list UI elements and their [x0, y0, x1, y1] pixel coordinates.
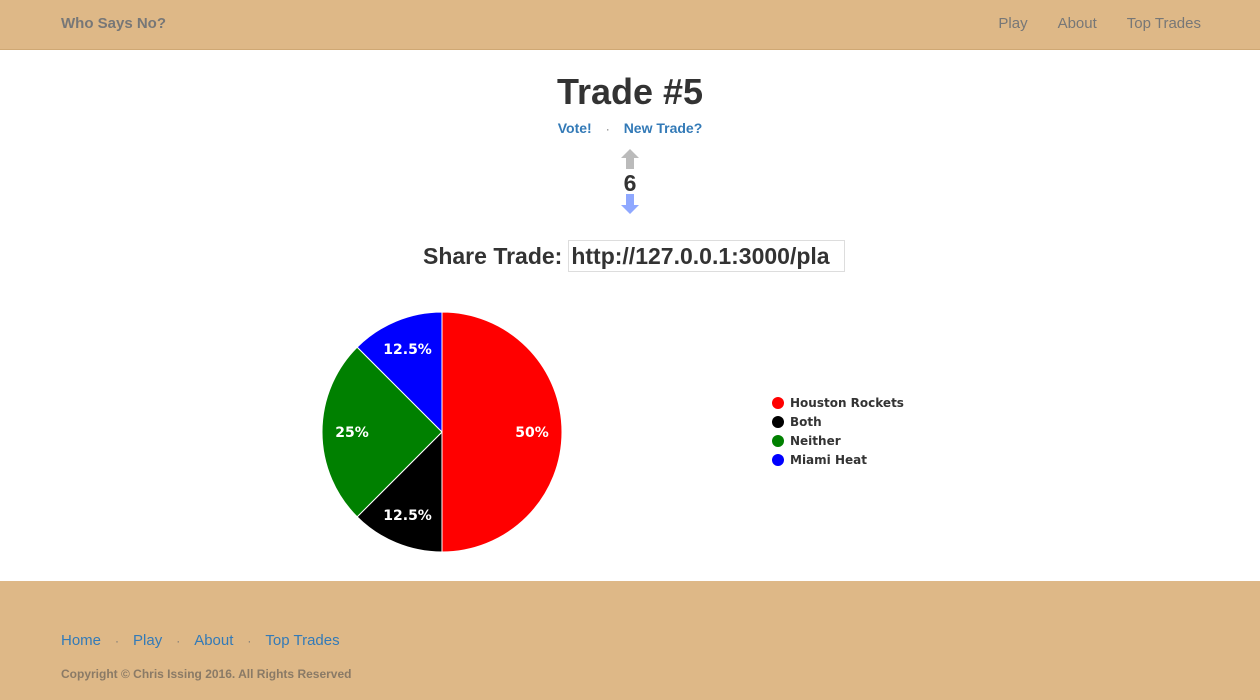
legend-item: Both: [772, 412, 904, 431]
vote-widget: 6: [600, 147, 660, 217]
legend-label: Both: [790, 414, 822, 429]
nav-play-link[interactable]: Play: [998, 15, 1027, 32]
legend-item: Neither: [772, 431, 904, 450]
footer-about-link[interactable]: About: [194, 632, 233, 649]
share-trade: Share Trade:: [423, 240, 846, 272]
footer-separator: ·: [176, 633, 181, 648]
chart-legend: Houston Rockets Both Neither Miami Heat: [772, 393, 904, 469]
legend-swatch: [772, 434, 784, 447]
legend-label: Neither: [790, 433, 841, 448]
copyright: Copyright © Chris Issing 2016. All Right…: [61, 667, 352, 681]
page-title: Trade #5: [556, 71, 704, 112]
actions-separator: ·: [605, 122, 610, 136]
legend-item: Houston Rockets: [772, 393, 904, 412]
trade-actions: Vote! · New Trade?: [0, 120, 1260, 136]
legend-label: Houston Rockets: [790, 395, 904, 410]
footer-separator: ·: [115, 633, 120, 648]
brand-link[interactable]: Who Says No?: [61, 15, 166, 32]
nav-top-trades-link[interactable]: Top Trades: [1127, 15, 1201, 32]
footer: Home · Play · About · Top Trades Copyrig…: [0, 581, 1260, 700]
pie-chart: 50% 12.5% 25% 12.5%: [321, 311, 563, 553]
legend-label: Miami Heat: [790, 452, 867, 467]
pie-label-miami-heat: 12.5%: [383, 342, 432, 358]
legend-swatch: [772, 396, 784, 409]
share-url-input[interactable]: [568, 240, 846, 272]
main-content: Trade #5 Vote! · New Trade? 6 Share Trade:…: [0, 51, 1260, 581]
footer-top-trades-link[interactable]: Top Trades: [265, 632, 339, 649]
legend-item: Miami Heat: [772, 450, 904, 469]
new-trade-link[interactable]: New Trade?: [624, 120, 703, 136]
legend-swatch: [772, 415, 784, 428]
arrow-up-icon[interactable]: [621, 149, 639, 169]
pie-label-neither: 25%: [335, 425, 369, 441]
nav-links: Play About Top Trades: [998, 15, 1201, 32]
legend-swatch: [772, 453, 784, 466]
footer-home-link[interactable]: Home: [61, 632, 101, 649]
vote-link[interactable]: Vote!: [558, 120, 592, 136]
navbar: Who Says No? Play About Top Trades: [0, 0, 1260, 50]
footer-separator: ·: [247, 633, 252, 648]
pie-label-both: 12.5%: [383, 508, 432, 524]
arrow-down-icon[interactable]: [621, 194, 639, 214]
pie-label-houston-rockets: 50%: [515, 425, 549, 441]
vote-count: 6: [623, 170, 637, 196]
share-label: Share Trade:: [423, 242, 563, 269]
footer-play-link[interactable]: Play: [133, 632, 162, 649]
footer-links: Home · Play · About · Top Trades: [61, 632, 340, 649]
nav-about-link[interactable]: About: [1058, 15, 1097, 32]
